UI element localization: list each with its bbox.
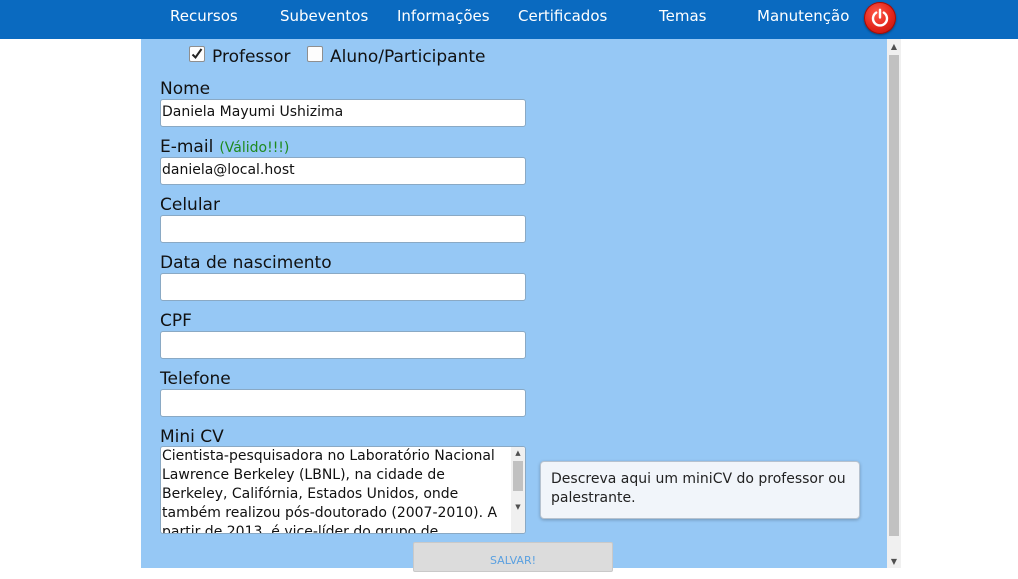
email-input[interactable]: daniela@local.host <box>160 157 526 185</box>
minicv-text: Cientista-pesquisadora no Laboratório Na… <box>162 448 498 534</box>
top-nav: Recursos Subeventos Informações Certific… <box>0 0 1018 39</box>
minicv-scroll-thumb[interactable] <box>513 461 523 491</box>
telefone-label: Telefone <box>160 369 231 389</box>
nav-item-informacoes[interactable]: Informações <box>397 0 490 32</box>
professor-checkbox[interactable] <box>189 46 205 62</box>
nav-item-subeventos[interactable]: Subeventos <box>280 0 368 32</box>
telefone-input[interactable] <box>160 389 526 417</box>
checkmark-icon <box>191 48 203 60</box>
email-label: E-mail (Válido!!!) <box>160 137 289 157</box>
minicv-textarea[interactable]: Cientista-pesquisadora no Laboratório Na… <box>160 446 526 534</box>
nome-label: Nome <box>160 79 211 99</box>
email-label-text: E-mail <box>160 137 214 157</box>
scroll-up-icon[interactable]: ▲ <box>513 449 523 457</box>
celular-input[interactable] <box>160 215 526 243</box>
nascimento-label: Data de nascimento <box>160 253 332 273</box>
celular-label: Celular <box>160 195 220 215</box>
scroll-down-icon[interactable]: ▼ <box>513 503 523 511</box>
page-scroll-thumb[interactable] <box>889 55 899 536</box>
aluno-label: Aluno/Participante <box>330 47 486 67</box>
nav-item-temas[interactable]: Temas <box>659 0 706 32</box>
minicv-label: Mini CV <box>160 427 224 447</box>
aluno-checkbox[interactable] <box>307 46 323 62</box>
power-icon <box>871 8 889 27</box>
professor-label: Professor <box>212 47 291 67</box>
power-button[interactable] <box>864 2 896 34</box>
nome-input[interactable]: Daniela Mayumi Ushizima <box>160 99 526 127</box>
minicv-scrollbar[interactable]: ▲ ▼ <box>511 447 525 533</box>
nascimento-input[interactable] <box>160 273 526 301</box>
page-scroll-down-icon[interactable]: ▼ <box>888 556 900 568</box>
nav-item-certificados[interactable]: Certificados <box>518 0 607 32</box>
minicv-hint: Descreva aqui um miniCV do professor ou … <box>540 461 860 519</box>
nav-item-recursos[interactable]: Recursos <box>170 0 238 32</box>
cpf-input[interactable] <box>160 331 526 359</box>
email-valid-status: (Válido!!!) <box>219 140 290 156</box>
page-scroll-up-icon[interactable]: ▲ <box>888 41 900 53</box>
cpf-label: CPF <box>160 311 192 331</box>
nav-item-manutencao[interactable]: Manutenção <box>757 0 849 32</box>
